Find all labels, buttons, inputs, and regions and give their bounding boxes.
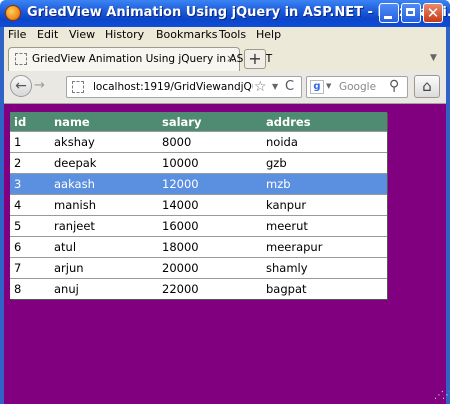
cell-name: manish bbox=[50, 194, 158, 216]
cell-id: 8 bbox=[10, 278, 50, 299]
firefox-icon bbox=[5, 5, 21, 21]
google-icon[interactable]: g bbox=[310, 80, 324, 94]
cell-addres: noida bbox=[262, 131, 387, 153]
table-row[interactable]: 7 arjun 20000 shamly bbox=[10, 257, 387, 279]
cell-name: deepak bbox=[50, 152, 158, 174]
cell-id: 1 bbox=[10, 131, 50, 153]
cell-salary: 10000 bbox=[158, 152, 262, 174]
search-engine-dropdown-icon[interactable]: ▼ bbox=[326, 82, 331, 90]
cell-name: akshay bbox=[50, 131, 158, 153]
cell-addres: bagpat bbox=[262, 278, 387, 299]
menu-history[interactable]: History bbox=[105, 28, 144, 41]
new-tab-button[interactable]: + bbox=[244, 49, 266, 69]
close-icon: ✕ bbox=[426, 4, 440, 22]
cell-salary: 18000 bbox=[158, 236, 262, 258]
url-dropdown-icon[interactable]: ▼ bbox=[272, 82, 278, 91]
search-icon[interactable]: ⚲ bbox=[389, 78, 399, 94]
cell-salary: 14000 bbox=[158, 194, 262, 216]
navigation-toolbar: ← → localhost:1919/GridViewandjQue ☆ ▼ C… bbox=[4, 71, 446, 104]
header-name: name bbox=[50, 112, 158, 132]
header-addres: addres bbox=[262, 112, 387, 132]
cell-salary: 12000 bbox=[158, 173, 262, 195]
table-row[interactable]: 1 akshay 8000 noida bbox=[10, 131, 387, 153]
cell-addres: mzb bbox=[262, 173, 387, 195]
menu-tools[interactable]: Tools bbox=[219, 28, 246, 41]
menu-view[interactable]: View bbox=[69, 28, 95, 41]
url-text[interactable]: localhost:1919/GridViewandjQue bbox=[93, 81, 253, 93]
cell-salary: 8000 bbox=[158, 131, 262, 153]
table-row[interactable]: 4 manish 14000 kanpur bbox=[10, 194, 387, 216]
minimize-icon bbox=[384, 16, 392, 19]
forward-button[interactable]: → bbox=[34, 78, 45, 93]
close-button[interactable]: ✕ bbox=[423, 3, 443, 23]
resize-grip-icon[interactable]: ⋰⋰ bbox=[434, 390, 450, 401]
tab-active[interactable]: GriedView Animation Using jQuery in ASP.… bbox=[8, 47, 272, 71]
tab-strip: GriedView Animation Using jQuery in ASP.… bbox=[4, 44, 446, 71]
home-button[interactable]: ⌂ bbox=[414, 75, 440, 98]
header-salary: salary bbox=[158, 112, 262, 132]
tab-close-icon[interactable]: × bbox=[226, 52, 235, 65]
bookmark-star-icon[interactable]: ☆ bbox=[254, 79, 267, 95]
table-row[interactable]: 6 atul 18000 meerapur bbox=[10, 236, 387, 258]
search-bar[interactable]: g ▼ Google ⚲ bbox=[306, 76, 408, 98]
back-button[interactable]: ← bbox=[10, 75, 32, 97]
cell-name: aakash bbox=[50, 173, 158, 195]
cell-id: 5 bbox=[10, 215, 50, 237]
menu-file[interactable]: File bbox=[8, 28, 26, 41]
cell-addres: meerapur bbox=[262, 236, 387, 258]
cell-name: ranjeet bbox=[50, 215, 158, 237]
browser-window: GriedView Animation Using jQuery in ASP.… bbox=[0, 0, 450, 408]
cell-addres: kanpur bbox=[262, 194, 387, 216]
cell-salary: 20000 bbox=[158, 257, 262, 279]
table-row[interactable]: 8 anuj 22000 bagpat bbox=[10, 278, 387, 299]
tab-label: GriedView Animation Using jQuery in ASP.… bbox=[32, 53, 273, 65]
cell-addres: shamly bbox=[262, 257, 387, 279]
cell-name: anuj bbox=[50, 278, 158, 299]
cell-addres: gzb bbox=[262, 152, 387, 174]
tab-list-icon[interactable]: ▼ bbox=[430, 53, 437, 63]
site-identity-icon[interactable] bbox=[72, 81, 84, 93]
cell-id: 6 bbox=[10, 236, 50, 258]
search-input[interactable]: Google bbox=[339, 81, 376, 93]
maximize-icon bbox=[406, 8, 415, 16]
cell-salary: 16000 bbox=[158, 215, 262, 237]
header-row: id name salary addres bbox=[10, 112, 387, 132]
minimize-button[interactable] bbox=[379, 3, 399, 23]
page-icon bbox=[15, 53, 27, 65]
table-row[interactable]: 2 deepak 10000 gzb bbox=[10, 152, 387, 174]
cell-id: 4 bbox=[10, 194, 50, 216]
cell-id: 7 bbox=[10, 257, 50, 279]
reload-icon[interactable]: C bbox=[285, 79, 294, 94]
desktop-strip bbox=[0, 404, 450, 412]
table-row[interactable]: 5 ranjeet 16000 meerut bbox=[10, 215, 387, 237]
url-bar[interactable]: localhost:1919/GridViewandjQue ☆ ▼ C bbox=[66, 76, 302, 98]
menu-bookmarks[interactable]: Bookmarks bbox=[156, 28, 217, 41]
header-id: id bbox=[10, 112, 50, 132]
cell-addres: meerut bbox=[262, 215, 387, 237]
cell-id: 3 bbox=[10, 173, 50, 195]
table-row[interactable]: 3 aakash 12000 mzb bbox=[10, 173, 387, 195]
cell-id: 2 bbox=[10, 152, 50, 174]
employee-gridview: id name salary addres 1 akshay 8000 noid… bbox=[10, 112, 387, 299]
menu-bar: File Edit View History Bookmarks Tools H… bbox=[4, 27, 446, 44]
cell-salary: 22000 bbox=[158, 278, 262, 299]
maximize-button[interactable] bbox=[401, 3, 421, 23]
title-bar[interactable]: GriedView Animation Using jQuery in ASP.… bbox=[0, 0, 450, 27]
page-content: id name salary addres 1 akshay 8000 noid… bbox=[4, 104, 450, 404]
menu-edit[interactable]: Edit bbox=[37, 28, 58, 41]
cell-name: arjun bbox=[50, 257, 158, 279]
cell-name: atul bbox=[50, 236, 158, 258]
menu-help[interactable]: Help bbox=[256, 28, 281, 41]
